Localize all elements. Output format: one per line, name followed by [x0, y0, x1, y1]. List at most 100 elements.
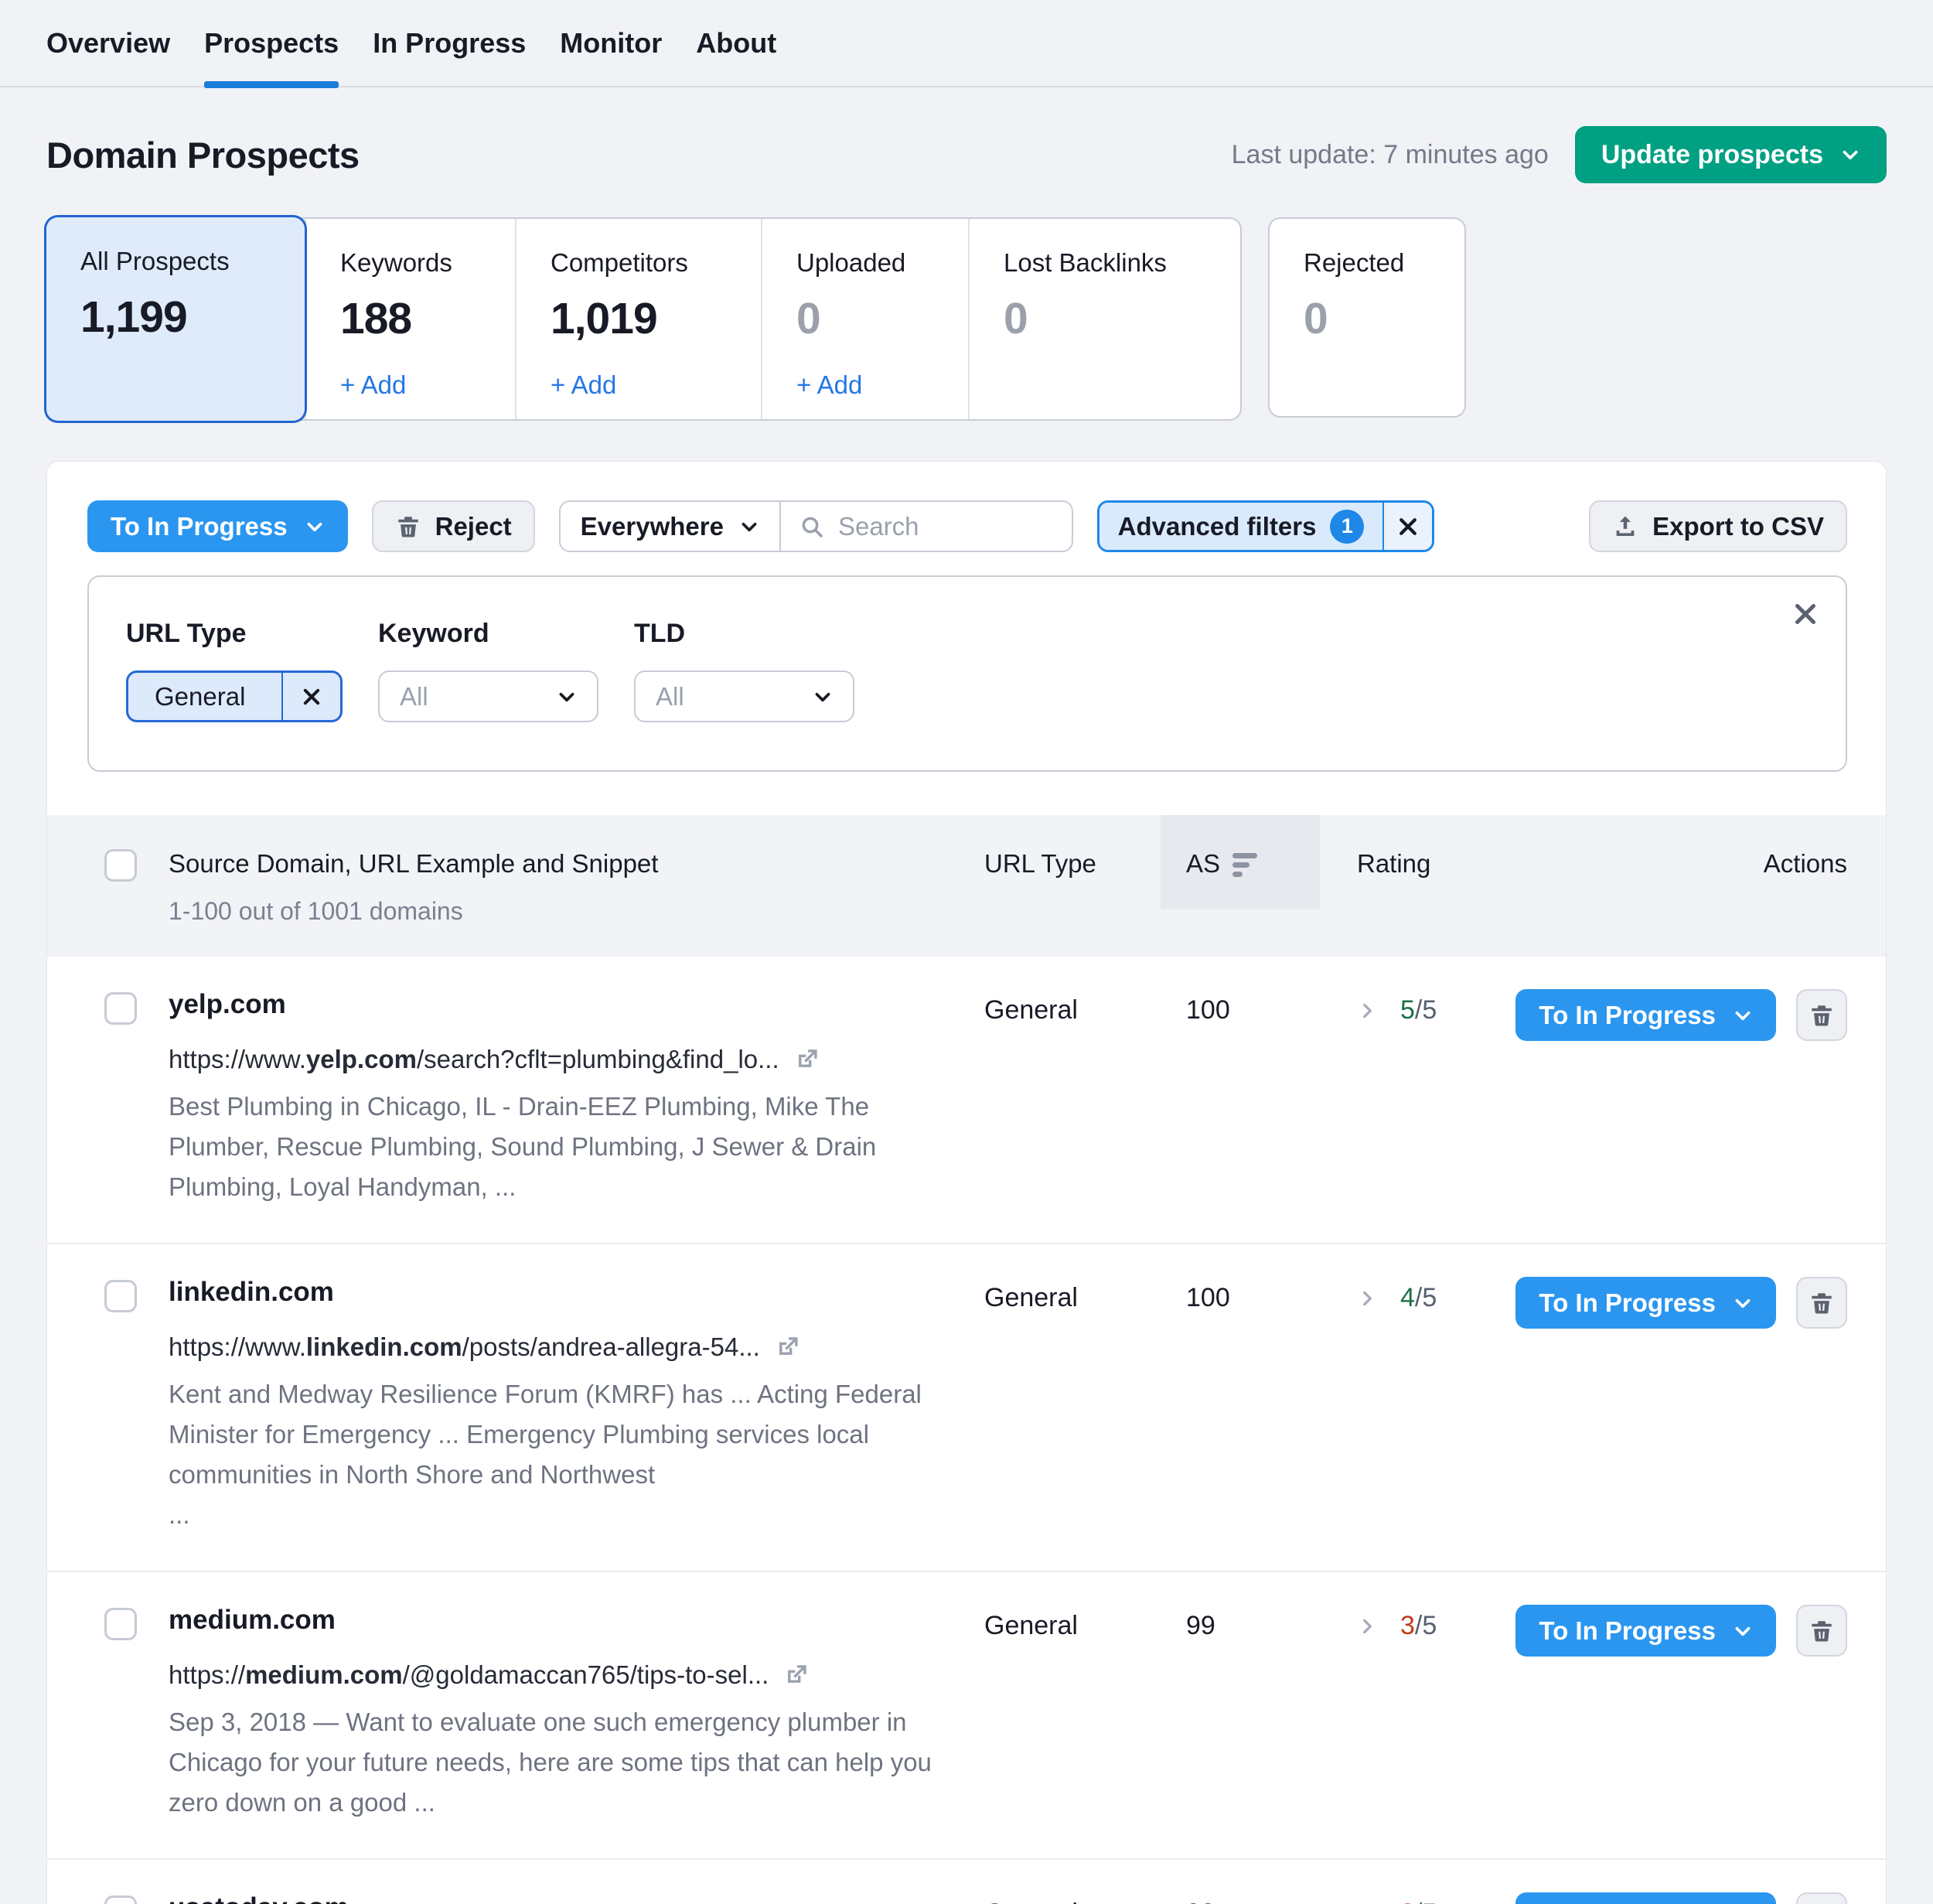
stat-card-rejected[interactable]: Rejected 0	[1268, 217, 1466, 418]
select-all-checkbox[interactable]	[104, 849, 137, 882]
url-type-clear-button[interactable]	[281, 673, 340, 720]
stat-card-competitors[interactable]: Competitors 1,019 + Add	[515, 219, 761, 419]
tab-in-progress[interactable]: In Progress	[373, 0, 526, 87]
stat-card-keywords[interactable]: Keywords 188 + Add	[305, 219, 515, 419]
advanced-filters-clear-button[interactable]	[1382, 503, 1432, 550]
external-link-icon[interactable]	[782, 1662, 809, 1688]
row-to-in-progress-button[interactable]: To In Progress	[1515, 1892, 1776, 1904]
advanced-filters-main[interactable]: Advanced filters 1	[1099, 503, 1383, 550]
reject-button[interactable]: Reject	[372, 500, 535, 552]
rating-total: /5	[1415, 1611, 1437, 1641]
rating-score: 3	[1400, 1899, 1415, 1904]
rating-score: 5	[1400, 995, 1415, 1025]
row-to-in-progress-button[interactable]: To In Progress	[1515, 1605, 1776, 1657]
as-cell: 99	[1161, 1605, 1320, 1641]
header-actions: Last update: 7 minutes ago Update prospe…	[1232, 126, 1887, 183]
tab-monitor[interactable]: Monitor	[560, 0, 662, 87]
row-delete-button[interactable]	[1796, 989, 1847, 1041]
chevron-down-icon	[1733, 1293, 1753, 1313]
row-checkbox[interactable]	[104, 1280, 137, 1312]
bulk-to-in-progress-button[interactable]: To In Progress	[87, 500, 348, 552]
export-icon	[1612, 514, 1638, 540]
row-delete-button[interactable]	[1796, 1605, 1847, 1657]
row-checkbox[interactable]	[104, 992, 137, 1025]
column-header-rating: Rating	[1320, 815, 1470, 909]
rating-cell[interactable]: 5/5	[1320, 989, 1470, 1025]
tab-about[interactable]: About	[696, 0, 776, 87]
advanced-filters-count-badge: 1	[1330, 510, 1364, 544]
rating-total: /5	[1415, 1283, 1437, 1313]
search-input[interactable]	[838, 512, 1053, 541]
chevron-down-icon	[1733, 1621, 1753, 1641]
row-checkbox[interactable]	[104, 1895, 137, 1904]
bulk-action-label: To In Progress	[111, 512, 288, 541]
stat-label: All Prospects	[80, 247, 297, 276]
row-action-label: To In Progress	[1539, 1616, 1716, 1646]
chevron-down-icon	[813, 687, 833, 707]
row-to-in-progress-button[interactable]: To In Progress	[1515, 1277, 1776, 1329]
add-competitors-link[interactable]: + Add	[551, 370, 616, 400]
search-scope-dropdown[interactable]: Everywhere	[561, 502, 781, 551]
stat-label: Keywords	[340, 248, 507, 278]
stat-card-uploaded[interactable]: Uploaded 0 + Add	[761, 219, 968, 419]
sort-desc-icon	[1232, 851, 1257, 877]
advanced-filters-panel: URL Type General Keyword All TLD Al	[87, 575, 1847, 772]
trash-icon	[1809, 1002, 1835, 1029]
source-domain: linkedin.com	[169, 1277, 957, 1308]
stat-value: 0	[1004, 293, 1232, 344]
column-header-as[interactable]: AS	[1161, 815, 1320, 909]
tld-filter-label: TLD	[634, 619, 854, 649]
trash-icon	[395, 514, 421, 540]
url-text: https://www.yelp.com/search?cflt=plumbin…	[169, 1045, 779, 1074]
keyword-filter-select[interactable]: All	[378, 670, 598, 722]
row-action-label: To In Progress	[1539, 1001, 1716, 1030]
stat-value: 1,199	[80, 292, 297, 343]
url-type-cell: General	[984, 989, 1161, 1025]
stat-card-all-prospects[interactable]: All Prospects 1,199	[46, 217, 305, 421]
column-header-source: Source Domain, URL Example and Snippet	[169, 849, 957, 879]
url-text: https://medium.com/@goldamaccan765/tips-…	[169, 1660, 769, 1690]
search-box	[781, 502, 1072, 551]
page-header: Domain Prospects Last update: 7 minutes …	[46, 126, 1887, 183]
tab-overview[interactable]: Overview	[46, 0, 170, 87]
table-row: linkedin.com https://www.linkedin.com/po…	[47, 1243, 1886, 1571]
url-type-filter-group: URL Type General	[126, 619, 343, 722]
trash-icon	[1809, 1290, 1835, 1316]
url-example[interactable]: https://medium.com/@goldamaccan765/tips-…	[169, 1660, 957, 1690]
tab-prospects[interactable]: Prospects	[204, 0, 339, 87]
last-update-text: Last update: 7 minutes ago	[1232, 140, 1549, 170]
prospects-table: Source Domain, URL Example and Snippet 1…	[47, 815, 1886, 1904]
url-example[interactable]: https://www.yelp.com/search?cflt=plumbin…	[169, 1045, 957, 1074]
row-checkbox[interactable]	[104, 1608, 137, 1640]
rating-cell[interactable]: 3/5	[1320, 1605, 1470, 1641]
url-type-filter-chip[interactable]: General	[126, 670, 343, 722]
url-type-filter-value: General	[128, 673, 281, 720]
url-type-cell: General	[984, 1605, 1161, 1641]
add-keywords-link[interactable]: + Add	[340, 370, 406, 400]
url-text: https://www.linkedin.com/posts/andrea-al…	[169, 1332, 760, 1362]
tld-filter-select[interactable]: All	[634, 670, 854, 722]
source-domain: usatoday.com	[169, 1892, 957, 1904]
external-link-icon[interactable]	[793, 1046, 820, 1073]
filter-panel-close-button[interactable]	[1792, 600, 1819, 630]
keyword-filter-group: Keyword All	[378, 619, 598, 722]
column-header-actions: Actions	[1470, 815, 1847, 909]
update-prospects-button[interactable]: Update prospects	[1575, 126, 1887, 183]
add-uploaded-link[interactable]: + Add	[796, 370, 862, 400]
stat-card-lost-backlinks[interactable]: Lost Backlinks 0	[968, 219, 1240, 419]
keyword-filter-value: All	[400, 682, 428, 711]
external-link-icon[interactable]	[774, 1334, 800, 1360]
chevron-down-icon	[739, 517, 759, 537]
advanced-filters-toggle[interactable]: Advanced filters 1	[1097, 500, 1435, 552]
row-delete-button[interactable]	[1796, 1892, 1847, 1904]
rating-cell[interactable]: 4/5	[1320, 1277, 1470, 1313]
advanced-filters-label: Advanced filters	[1118, 512, 1317, 541]
export-csv-button[interactable]: Export to CSV	[1589, 500, 1847, 552]
row-to-in-progress-button[interactable]: To In Progress	[1515, 989, 1776, 1041]
chevron-right-icon	[1357, 1288, 1377, 1309]
search-combo: Everywhere	[559, 500, 1073, 552]
rating-cell[interactable]: 3/5	[1320, 1892, 1470, 1904]
rating-total: /5	[1415, 1899, 1437, 1904]
row-delete-button[interactable]	[1796, 1277, 1847, 1329]
url-example[interactable]: https://www.linkedin.com/posts/andrea-al…	[169, 1332, 957, 1362]
